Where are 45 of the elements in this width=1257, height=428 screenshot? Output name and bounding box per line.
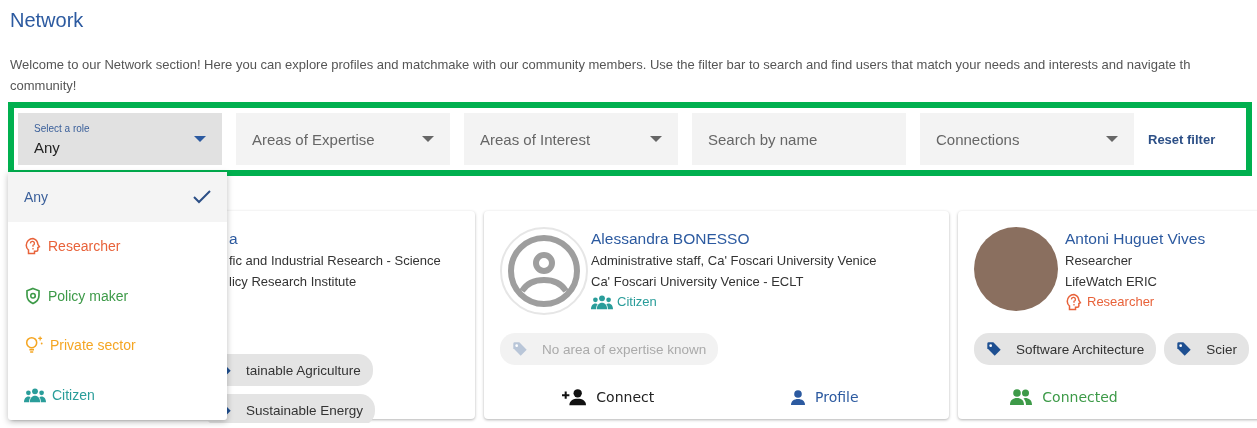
default-avatar-icon — [500, 227, 588, 315]
tag-label: Scier — [1206, 341, 1238, 357]
search-field[interactable]: Search by name — [692, 113, 906, 165]
profile-detail: fic and Industrial Research - Science — [229, 252, 441, 270]
dropdown-caret-icon — [1106, 136, 1118, 142]
profile-button[interactable]: Profile — [716, 380, 933, 414]
dropdown-caret-icon — [422, 136, 434, 142]
intro-text: Welcome to our Network section! Here you can explore profiles and matchmake with our community members. Use the filter bar to search and find users that match your needs and interests and navigate th — [10, 56, 1191, 74]
intro-text: community! — [10, 77, 77, 95]
head-question-icon — [1065, 293, 1083, 311]
dropdown-caret-icon — [194, 136, 206, 142]
tag-label: tainable Agriculture — [246, 362, 361, 378]
page-title: Network — [10, 8, 84, 33]
profile-detail: Ca' Foscari University Venice - ECLT — [591, 273, 805, 291]
profile-detail: licy Research Institute — [229, 273, 358, 291]
role-option[interactable]: Any — [8, 172, 227, 222]
lightbulb-icon — [24, 335, 44, 356]
profile-detail: LifeWatch ERIC — [1065, 273, 1158, 291]
profile-name[interactable]: a — [229, 228, 441, 250]
checkmark-icon — [193, 189, 211, 204]
role-select[interactable]: Select a role Any — [18, 113, 222, 165]
tag-label: No area of expertise known — [542, 341, 707, 357]
filter-dropdown[interactable]: Areas of Interest — [464, 113, 678, 165]
filter-dropdown[interactable]: Areas of Expertise — [236, 113, 450, 165]
filter-dropdown[interactable]: Connections — [920, 113, 1134, 165]
shield-icon — [24, 286, 42, 305]
tag-label: Software Architecture — [1016, 341, 1145, 357]
person-icon — [791, 389, 805, 405]
tag-label: Sustainable Energy — [246, 402, 364, 418]
dropdown-caret-icon — [650, 136, 662, 142]
role-label: Citizen — [617, 293, 657, 311]
profile-name[interactable]: Antoni Huguet Vives — [1065, 228, 1206, 250]
connected-button[interactable]: Connected — [974, 380, 1154, 414]
role-option[interactable]: Policy maker — [8, 271, 227, 321]
connect-button[interactable]: Connect — [500, 380, 717, 414]
people-group-icon — [591, 294, 613, 310]
profile-name[interactable]: Alessandra BONESSO — [591, 228, 877, 250]
people-icon — [1010, 389, 1033, 405]
role-label: Researcher — [1087, 293, 1155, 311]
add-person-icon — [562, 388, 587, 406]
profile-detail: Administrative staff, Ca' Foscari University Venice — [591, 252, 877, 270]
people-group-icon — [24, 386, 46, 403]
profile-detail: Researcher — [1065, 252, 1134, 270]
head-question-icon — [24, 237, 42, 256]
role-option[interactable]: Researcher — [8, 221, 227, 271]
